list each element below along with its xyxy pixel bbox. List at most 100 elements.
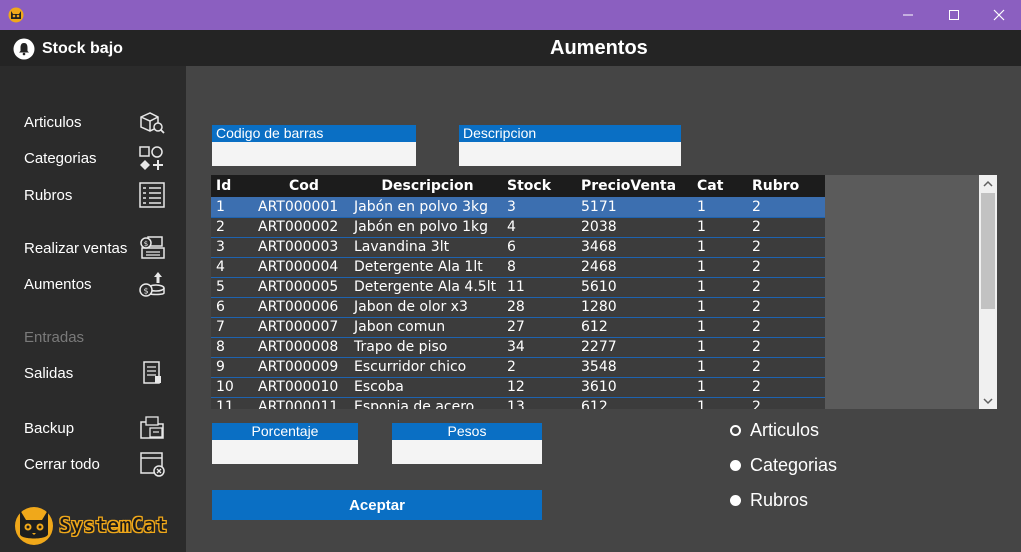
table-scrollbar[interactable] [979, 175, 997, 409]
cell-stock: 6 [507, 239, 516, 255]
cell-rubro: 2 [752, 399, 761, 409]
sidebar-item-label: Backup [24, 420, 75, 437]
money-up-icon: $ [139, 272, 165, 297]
cell-cat: 1 [697, 198, 706, 215]
cell-id: 4 [216, 259, 225, 275]
sidebar-item-label: Realizar ventas [24, 240, 128, 257]
option-rubros[interactable]: Rubros [730, 489, 808, 511]
sidebar-item-label: Articulos [24, 114, 82, 131]
radio-indicator [730, 424, 741, 436]
table-row[interactable]: 7 ART000007 Jabon comun 27 612 1 2 [211, 317, 825, 337]
cell-cat: 1 [697, 279, 706, 295]
column-header-precioventa[interactable]: PrecioVenta [578, 175, 696, 197]
cell-cod: ART000011 [258, 399, 339, 409]
column-header-descripcion[interactable]: Descripcion [350, 175, 505, 197]
cell-descripcion: Escoba [354, 379, 404, 395]
cell-stock: 2 [507, 359, 516, 375]
cell-stock: 8 [507, 259, 516, 275]
maximize-button[interactable] [931, 0, 977, 30]
table-row[interactable]: 3 ART000003 Lavandina 3lt 6 3468 1 2 [211, 237, 825, 257]
cell-cat: 1 [697, 399, 706, 409]
cell-descripcion: Detergente Ala 4.5lt [354, 279, 497, 295]
table-row[interactable]: 2 ART000002 Jabón en polvo 1kg 4 2038 1 2 [211, 217, 825, 237]
cell-precioventa: 2468 [581, 259, 617, 275]
header-bar: Stock bajo Aumentos [0, 30, 1021, 66]
column-header-cod[interactable]: Cod [258, 175, 350, 197]
cell-descripcion: Jabón en polvo 3kg [354, 198, 488, 215]
cell-cod: ART000009 [258, 359, 339, 375]
sidebar-item-articulos[interactable]: Articulos [0, 108, 186, 136]
description-input[interactable] [459, 142, 681, 166]
bell-icon [13, 38, 35, 60]
pesos-input[interactable] [392, 440, 542, 464]
column-header-stock[interactable]: Stock [505, 175, 578, 197]
cell-cat: 1 [697, 339, 706, 355]
sidebar-item-realizar-ventas[interactable]: Realizar ventas $ [0, 234, 186, 262]
table-row[interactable]: 8 ART000008 Trapo de piso 34 2277 1 2 [211, 337, 825, 357]
column-header-id[interactable]: Id [211, 175, 258, 197]
cell-descripcion: Escurridor chico [354, 359, 467, 375]
cell-stock: 27 [507, 319, 525, 335]
close-windows-icon [140, 452, 165, 477]
sidebar-item-backup[interactable]: Backup [0, 414, 186, 442]
articles-table[interactable]: Id Cod Descripcion Stock PrecioVenta Cat… [211, 175, 997, 409]
option-label: Articulos [750, 419, 820, 440]
cell-id: 6 [216, 299, 225, 315]
stock-bajo-label: Stock bajo [42, 40, 123, 57]
aceptar-button[interactable]: Aceptar [212, 490, 542, 520]
title-bar [0, 0, 1021, 30]
cell-id: 3 [216, 239, 225, 255]
radio-indicator [730, 494, 741, 506]
cell-descripcion: Esponja de acero [354, 399, 475, 409]
column-header-cat[interactable]: Cat [696, 175, 752, 197]
stock-bajo-button[interactable]: Stock bajo [13, 38, 123, 60]
sidebar-item-label: Salidas [24, 365, 74, 382]
logo-text: SystemCat [59, 513, 168, 538]
column-header-rubro[interactable]: Rubro [752, 175, 825, 197]
cell-cod: ART000008 [258, 339, 339, 355]
receipt-icon [143, 361, 161, 384]
sidebar-item-cerrar-todo[interactable]: Cerrar todo [0, 450, 186, 478]
description-label: Descripcion [459, 125, 681, 142]
table-row[interactable]: 4 ART000004 Detergente Ala 1lt 8 2468 1 2 [211, 257, 825, 277]
cell-cat: 1 [697, 299, 706, 315]
cell-cat: 1 [697, 259, 706, 275]
sidebar-item-aumentos[interactable]: Aumentos $ [0, 270, 186, 298]
cell-id: 9 [216, 359, 225, 375]
table-row[interactable]: 10 ART000010 Escoba 12 3610 1 2 [211, 377, 825, 397]
sidebar-item-categorias[interactable]: Categorias [0, 144, 186, 172]
minimize-button[interactable] [885, 0, 931, 30]
cell-rubro: 2 [752, 219, 761, 235]
table-row[interactable]: 9 ART000009 Escurridor chico 2 3548 1 2 [211, 357, 825, 377]
cash-register-icon: $ [140, 236, 165, 259]
cell-precioventa: 612 [581, 399, 608, 409]
table-row[interactable]: 1 ART000001 Jabón en polvo 3kg 3 5171 1 2 [211, 197, 825, 217]
table-row[interactable]: 6 ART000006 Jabon de olor x3 28 1280 1 2 [211, 297, 825, 317]
option-articulos[interactable]: Articulos [730, 419, 819, 441]
cell-cod: ART000002 [258, 219, 339, 235]
percent-input[interactable] [212, 440, 358, 464]
cell-precioventa: 2277 [581, 339, 617, 355]
table-row[interactable]: 5 ART000005 Detergente Ala 4.5lt 11 5610 1 2 [211, 277, 825, 297]
scrollbar-thumb[interactable] [981, 193, 995, 309]
sidebar-item-rubros[interactable]: Rubros [0, 181, 186, 209]
cell-cat: 1 [697, 359, 706, 375]
scroll-down-button[interactable] [979, 392, 997, 409]
cell-precioventa: 612 [581, 319, 608, 335]
cell-precioventa: 3610 [581, 379, 617, 395]
sidebar-item-salidas[interactable]: Salidas [0, 359, 186, 387]
cell-cod: ART000003 [258, 239, 339, 255]
cat-logo-icon [15, 507, 53, 545]
scroll-up-button[interactable] [979, 175, 997, 192]
sidebar-item-label: Aumentos [24, 276, 92, 293]
close-button[interactable] [976, 0, 1021, 30]
maximize-icon [949, 10, 959, 20]
option-categorias[interactable]: Categorias [730, 454, 837, 476]
cell-precioventa: 3468 [581, 239, 617, 255]
cell-id: 11 [216, 399, 234, 409]
list-icon [139, 182, 165, 208]
cell-descripcion: Jabon comun [354, 319, 446, 335]
table-row[interactable]: 11 ART000011 Esponja de acero 13 612 1 2 [211, 397, 825, 409]
barcode-input[interactable] [212, 142, 416, 166]
cell-stock: 3 [507, 198, 516, 215]
